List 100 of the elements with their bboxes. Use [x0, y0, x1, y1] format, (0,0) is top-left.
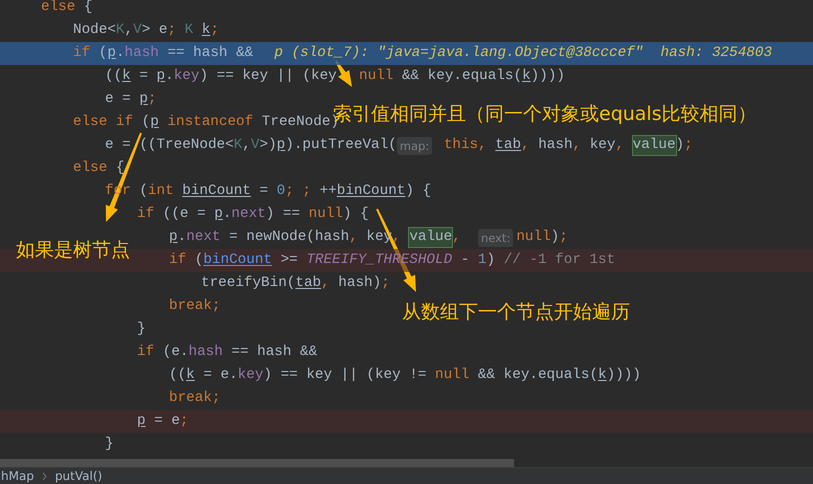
code-text: }: [137, 320, 146, 339]
variable-name: binCount: [203, 251, 272, 270]
type-parameter: K: [116, 21, 124, 40]
variable-name: k: [202, 21, 210, 40]
keyword: else: [73, 159, 108, 178]
code-comment: // -1 for 1st: [504, 251, 616, 270]
chevron-right-icon: [42, 472, 47, 480]
code-text: = newNode(hash: [228, 228, 350, 247]
keyword: break;: [169, 389, 220, 408]
breadcrumb-item[interactable]: hMap: [1, 469, 34, 483]
code-text: e = ((TreeNode<: [105, 136, 234, 155]
variable-name: p: [137, 412, 146, 431]
code-text: ,: [124, 21, 134, 40]
code-text: ) == key || (key: [199, 67, 337, 86]
code-text: ): [550, 228, 560, 247]
code-text: .: [165, 67, 174, 86]
keyword: ;: [684, 136, 693, 155]
keyword: ,: [452, 228, 462, 247]
field-name: key: [174, 67, 200, 86]
field-name: key: [238, 366, 264, 385]
code-text: ) ==: [266, 205, 302, 224]
keyword: ,: [615, 136, 626, 155]
keyword: this,: [442, 136, 488, 155]
code-text: .: [178, 228, 186, 247]
keyword: null: [516, 228, 551, 247]
value-highlight: value: [409, 228, 452, 247]
code-text: (: [138, 182, 148, 201]
variable-name: p: [276, 136, 286, 155]
keyword: ,: [392, 228, 402, 247]
code-text: ): [676, 136, 684, 155]
code-text: (e.: [162, 343, 188, 362]
code-text: )))): [606, 366, 641, 385]
keyword: ;: [167, 21, 178, 40]
code-text: && key.equals(: [476, 366, 598, 385]
keyword: ;: [148, 90, 157, 109]
code-text: treeifyBin(: [201, 274, 296, 293]
variable-name: p: [107, 44, 116, 63]
code-text: (: [98, 44, 108, 63]
code-text: >=: [280, 251, 299, 270]
code-text: ++: [320, 182, 337, 201]
field-name: next: [231, 205, 266, 224]
inline-debug-value: p (slot_7): "java=java.lang.Object@38cccef" hash: 3254803: [274, 44, 772, 63]
code-text: == hash &&: [230, 343, 318, 362]
code-text: -: [460, 251, 470, 270]
code-text: ((: [169, 366, 186, 385]
code-text: = e: [153, 412, 180, 431]
variable-name: tab: [495, 136, 522, 155]
code-text: {: [114, 159, 124, 178]
code-text: {: [82, 0, 92, 17]
type-parameter: V: [133, 21, 142, 40]
variable-name: p: [169, 228, 178, 247]
code-text: ): [486, 251, 496, 270]
keyword: instanceof: [166, 113, 254, 132]
code-text: = e.: [202, 366, 238, 385]
annotation-text: 从数组下一个节点开始遍历: [402, 300, 630, 324]
code-text: (: [140, 113, 150, 132]
number-literal: 1: [478, 251, 487, 270]
keyword: ; ;: [285, 182, 312, 201]
variable-name: k: [122, 67, 131, 86]
keyword: null: [359, 67, 394, 86]
code-text: ) == key || (key !=: [263, 366, 428, 385]
keyword: if: [73, 44, 90, 63]
keyword: else if: [73, 113, 134, 132]
keyword: ;: [210, 21, 219, 40]
keyword: ;: [381, 274, 390, 293]
keyword: if: [169, 251, 186, 270]
code-text: == hash &&: [166, 44, 254, 63]
code-text: =: [258, 182, 270, 201]
horizontal-scrollbar[interactable]: [0, 459, 514, 467]
field-name: next: [186, 228, 221, 247]
code-text: .: [116, 44, 125, 63]
code-text: && key.equals(: [400, 67, 522, 86]
code-text: =: [138, 67, 149, 86]
keyword: ;: [180, 412, 189, 431]
keyword: ,: [572, 136, 582, 155]
code-text: (: [194, 251, 204, 270]
code-text: ,: [242, 136, 251, 155]
code-text: hash: [537, 136, 573, 155]
keyword: ,: [321, 274, 330, 293]
number-literal: 0: [276, 182, 286, 201]
code-text: ) {: [342, 205, 369, 224]
code-text: ((e =: [162, 205, 207, 224]
variable-name: binCount: [182, 182, 251, 201]
variable-name: p: [139, 90, 148, 109]
type-parameter: K: [234, 136, 242, 155]
keyword: if: [137, 205, 154, 224]
breadcrumb-item[interactable]: putVal(): [54, 469, 102, 483]
keyword: ,: [521, 136, 530, 155]
code-text: ((: [105, 67, 122, 86]
keyword: if: [137, 343, 154, 362]
parameter-hint: next:: [478, 228, 514, 246]
keyword: ,: [349, 228, 358, 247]
variable-name: binCount: [336, 182, 406, 201]
code-text: > e: [142, 21, 168, 40]
keyword: ;: [559, 228, 568, 247]
variable-name: p: [156, 67, 166, 86]
type-parameter: V: [250, 136, 260, 155]
code-text: )))): [530, 67, 565, 86]
code-text: e =: [105, 90, 132, 109]
code-text: }: [105, 435, 114, 454]
